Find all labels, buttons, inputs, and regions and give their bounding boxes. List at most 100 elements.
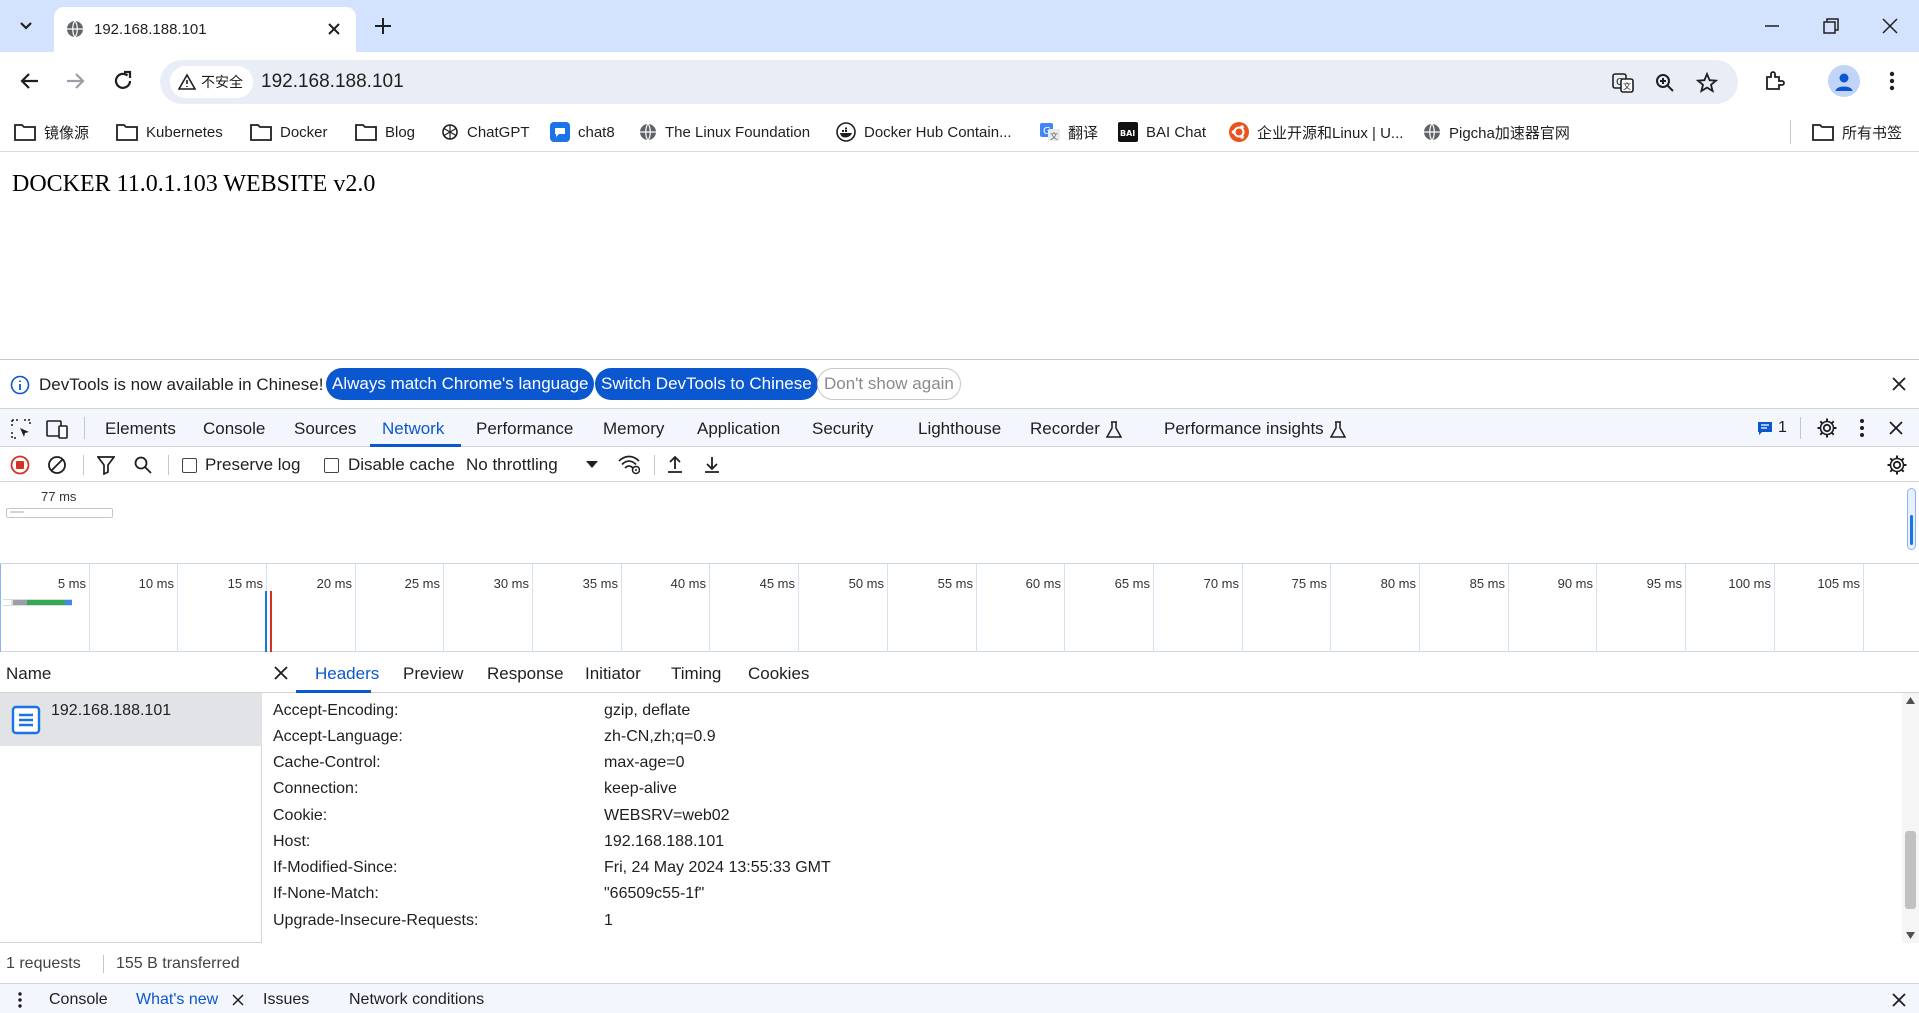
column-header-name[interactable]: Name — [0, 652, 262, 693]
tab-headers[interactable]: Headers — [315, 664, 379, 684]
tab-initiator[interactable]: Initiator — [585, 664, 641, 684]
bookmark-folder[interactable]: 镜像源 — [14, 120, 89, 144]
security-chip[interactable]: 不安全 — [170, 66, 253, 98]
close-icon[interactable] — [324, 19, 344, 39]
inspect-element-icon[interactable] — [10, 418, 32, 440]
preserve-log-checkbox[interactable] — [182, 458, 197, 473]
bookmark-item[interactable]: BAI BAI Chat — [1118, 120, 1206, 144]
bookmark-item[interactable]: Pigcha加速器官网 — [1423, 120, 1570, 144]
timeline-tick-label: 90 ms — [1557, 576, 1593, 591]
timeline-gridline — [1419, 564, 1420, 653]
more-vert-icon[interactable] — [1852, 417, 1872, 439]
tab-lighthouse[interactable]: Lighthouse — [918, 419, 1001, 439]
reload-icon[interactable] — [110, 68, 136, 94]
filter-icon[interactable] — [97, 455, 115, 475]
headers-scrollbar[interactable] — [1902, 693, 1919, 943]
tab-timing[interactable]: Timing — [671, 664, 721, 684]
close-devtools-icon[interactable] — [1887, 419, 1905, 437]
tab-performance[interactable]: Performance — [476, 419, 573, 439]
header-name: Host: — [273, 833, 311, 850]
settings-gear-icon[interactable] — [1816, 417, 1838, 439]
new-tab-icon[interactable] — [370, 13, 396, 39]
disable-cache-label: Disable cache — [348, 455, 455, 474]
timeline-tick-label: 10 ms — [138, 576, 174, 591]
tab-security[interactable]: Security — [812, 419, 873, 439]
close-icon[interactable] — [273, 665, 289, 681]
tab-performance-insights[interactable]: Performance insights — [1164, 419, 1324, 439]
tab-search-button[interactable] — [10, 10, 42, 42]
profile-avatar[interactable] — [1828, 65, 1860, 97]
drawer-tab-issues[interactable]: Issues — [263, 991, 309, 1009]
tab-preview[interactable]: Preview — [403, 664, 463, 684]
request-row[interactable]: 192.168.188.101 — [0, 693, 262, 746]
more-vert-icon[interactable] — [1882, 68, 1902, 94]
record-stop-icon[interactable] — [10, 455, 30, 475]
match-language-button[interactable]: Always match Chrome's language — [326, 368, 595, 400]
timeline-tick-label: 85 ms — [1469, 576, 1505, 591]
folder-icon — [355, 124, 377, 141]
close-icon[interactable] — [232, 994, 244, 1006]
zoom-icon[interactable] — [1654, 72, 1676, 94]
bookmark-folder[interactable]: Docker — [250, 120, 328, 144]
tab-network[interactable]: Network — [382, 419, 444, 439]
close-icon[interactable] — [1890, 375, 1908, 393]
bookmark-star-icon[interactable] — [1696, 72, 1718, 94]
timeline-tick-label: 40 ms — [670, 576, 706, 591]
network-conditions-icon[interactable] — [618, 455, 640, 475]
network-settings-icon[interactable] — [1886, 454, 1908, 476]
clear-icon[interactable] — [47, 455, 67, 475]
all-bookmarks-button[interactable]: 所有书签 — [1812, 120, 1902, 144]
extensions-icon[interactable] — [1762, 68, 1788, 94]
queueing-segment — [3, 600, 11, 605]
tab-response[interactable]: Response — [487, 664, 564, 684]
window-close-icon[interactable] — [1880, 16, 1900, 36]
tab-elements[interactable]: Elements — [105, 419, 176, 439]
browser-tab[interactable]: 192.168.188.101 — [54, 7, 356, 52]
switch-language-button[interactable]: Switch DevTools to Chinese — [595, 368, 818, 400]
translate-icon[interactable]: G文 — [1612, 72, 1634, 94]
bookmark-item[interactable]: G文 翻译 — [1040, 120, 1098, 144]
drawer-menu-icon[interactable] — [16, 991, 24, 1009]
drawer-tab-whats-new[interactable]: What's new — [136, 991, 218, 1009]
import-har-icon[interactable] — [665, 454, 685, 474]
address-bar[interactable]: 不安全 192.168.188.101 G文 — [160, 60, 1738, 104]
disable-cache-checkbox[interactable] — [324, 458, 339, 473]
timeline-tick-label: 45 ms — [759, 576, 795, 591]
back-icon[interactable] — [17, 68, 43, 94]
restore-icon[interactable] — [1821, 16, 1841, 36]
forward-icon[interactable] — [62, 68, 88, 94]
bookmark-item[interactable]: Docker Hub Contain... — [836, 120, 1012, 144]
search-icon[interactable] — [133, 455, 153, 475]
dropdown-arrow-icon[interactable] — [586, 461, 598, 469]
issues-counter[interactable]: 1 — [1757, 419, 1787, 437]
openai-icon — [442, 124, 458, 140]
export-har-icon[interactable] — [702, 454, 722, 474]
bookmark-item[interactable]: The Linux Foundation — [639, 120, 810, 144]
drawer-tab-console[interactable]: Console — [49, 991, 108, 1009]
bookmark-folder[interactable]: Blog — [355, 120, 415, 144]
scrollbar-thumb[interactable] — [1905, 831, 1916, 909]
drawer-tab-network-conditions[interactable]: Network conditions — [349, 991, 484, 1009]
timeline-gridline — [709, 564, 710, 653]
throttling-select[interactable]: No throttling — [466, 455, 558, 475]
device-toolbar-icon[interactable] — [46, 418, 68, 440]
bookmark-item[interactable]: ChatGPT — [441, 120, 530, 144]
tab-cookies[interactable]: Cookies — [748, 664, 809, 684]
bookmark-item[interactable]: 企业开源和Linux | U... — [1229, 120, 1403, 144]
tab-sources[interactable]: Sources — [294, 419, 356, 439]
minimize-icon[interactable] — [1762, 16, 1782, 36]
tab-console[interactable]: Console — [203, 419, 265, 439]
tab-recorder[interactable]: Recorder — [1030, 419, 1100, 439]
dont-show-again-button[interactable]: Don't show again — [817, 368, 961, 400]
tab-application[interactable]: Application — [697, 419, 780, 439]
bookmark-folder[interactable]: Kubernetes — [116, 120, 223, 144]
toolbar-divider — [654, 455, 655, 475]
tab-memory[interactable]: Memory — [603, 419, 664, 439]
timeline-gridline — [1330, 564, 1331, 653]
close-drawer-icon[interactable] — [1891, 992, 1907, 1008]
timeline-tick-label: 30 ms — [493, 576, 529, 591]
overview-scroll-handle[interactable] — [1907, 488, 1916, 550]
scroll-down-icon[interactable] — [1906, 932, 1915, 939]
bookmark-item[interactable]: chat8 — [550, 120, 615, 144]
scroll-up-icon[interactable] — [1906, 697, 1915, 704]
